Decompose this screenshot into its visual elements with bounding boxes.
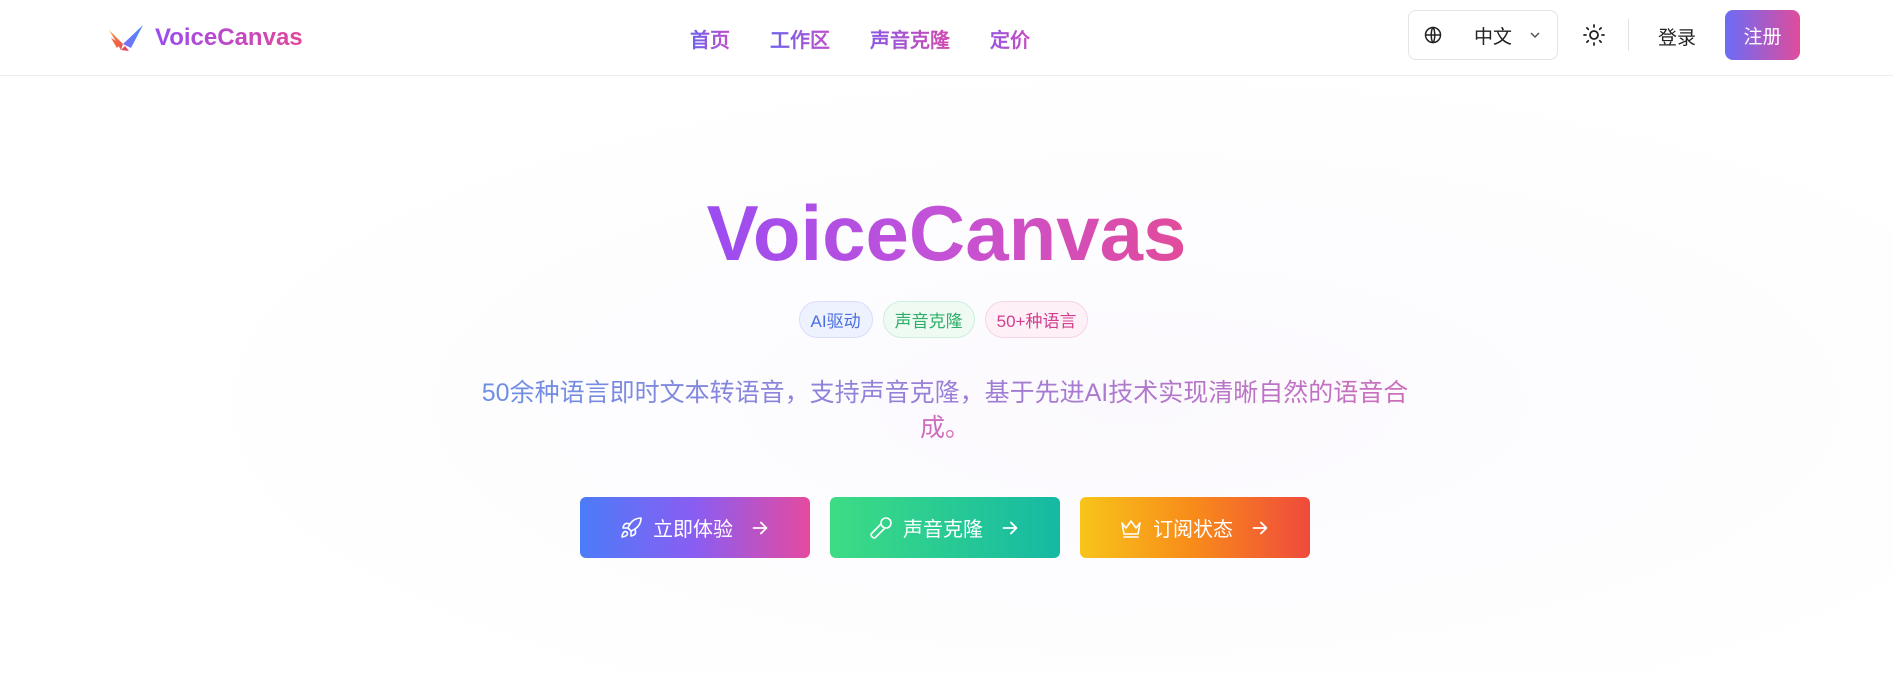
brand-link[interactable]: VoiceCanvas (107, 20, 303, 56)
arrow-right-icon (1252, 521, 1268, 534)
subscription-status-label: 订阅状态 (1153, 519, 1233, 541)
chevron-down-icon (1530, 32, 1540, 39)
nav-item-pricing[interactable]: 定价 (990, 24, 1030, 53)
nav-item-workspace[interactable]: 工作区 (770, 24, 830, 53)
hero-title-text: VoiceCanvas (706, 189, 1187, 277)
badge-languages: 50+种语言 (984, 301, 1089, 338)
main-nav: 首页 工作区 声音克隆 定价 (690, 22, 1030, 54)
hero-subtitle: 50余种语言即时文本转语音，支持声音克隆，基于先进AI技术实现清晰自然的语音合成… (470, 376, 1420, 446)
arrow-right-icon (752, 521, 768, 534)
hero-title: VoiceCanvas (0, 188, 1893, 278)
brand-name: VoiceCanvas (155, 24, 303, 51)
language-value: 中文 (1474, 26, 1513, 48)
language-select[interactable]: 中文 (1408, 10, 1558, 60)
register-button[interactable]: 注册 (1725, 10, 1800, 60)
voice-clone-button[interactable]: 声音克隆 (830, 497, 1060, 558)
try-now-label: 立即体验 (653, 519, 733, 541)
top-header: VoiceCanvas 首页 工作区 声音克隆 定价 中文 登录 注册 (0, 0, 1893, 76)
badge-ai-driven: AI驱动 (798, 301, 873, 338)
rocket-icon (621, 516, 642, 538)
login-button[interactable]: 登录 (1647, 20, 1707, 52)
theme-toggle-button[interactable] (1579, 20, 1609, 50)
globe-icon (1424, 26, 1442, 44)
sun-icon (1583, 24, 1605, 46)
nav-item-voice-clone[interactable]: 声音克隆 (870, 24, 950, 53)
try-now-button[interactable]: 立即体验 (580, 497, 810, 558)
header-divider (1628, 19, 1629, 51)
nav-item-home[interactable]: 首页 (690, 24, 730, 53)
crown-icon (1121, 519, 1141, 538)
hero-actions: 立即体验 声音克隆 订阅状态 (580, 497, 1310, 558)
feature-badges: AI驱动 声音克隆 50+种语言 (0, 301, 1893, 338)
subscription-status-button[interactable]: 订阅状态 (1080, 497, 1310, 558)
bird-logo-icon (109, 25, 143, 51)
arrow-right-icon (1002, 521, 1018, 534)
microphone-icon (870, 516, 892, 539)
badge-voice-clone: 声音克隆 (882, 301, 975, 338)
hero-subtitle-text: 50余种语言即时文本转语音，支持声音克隆，基于先进AI技术实现清晰自然的语音合成… (481, 379, 1409, 442)
voice-clone-label: 声音克隆 (903, 519, 983, 541)
